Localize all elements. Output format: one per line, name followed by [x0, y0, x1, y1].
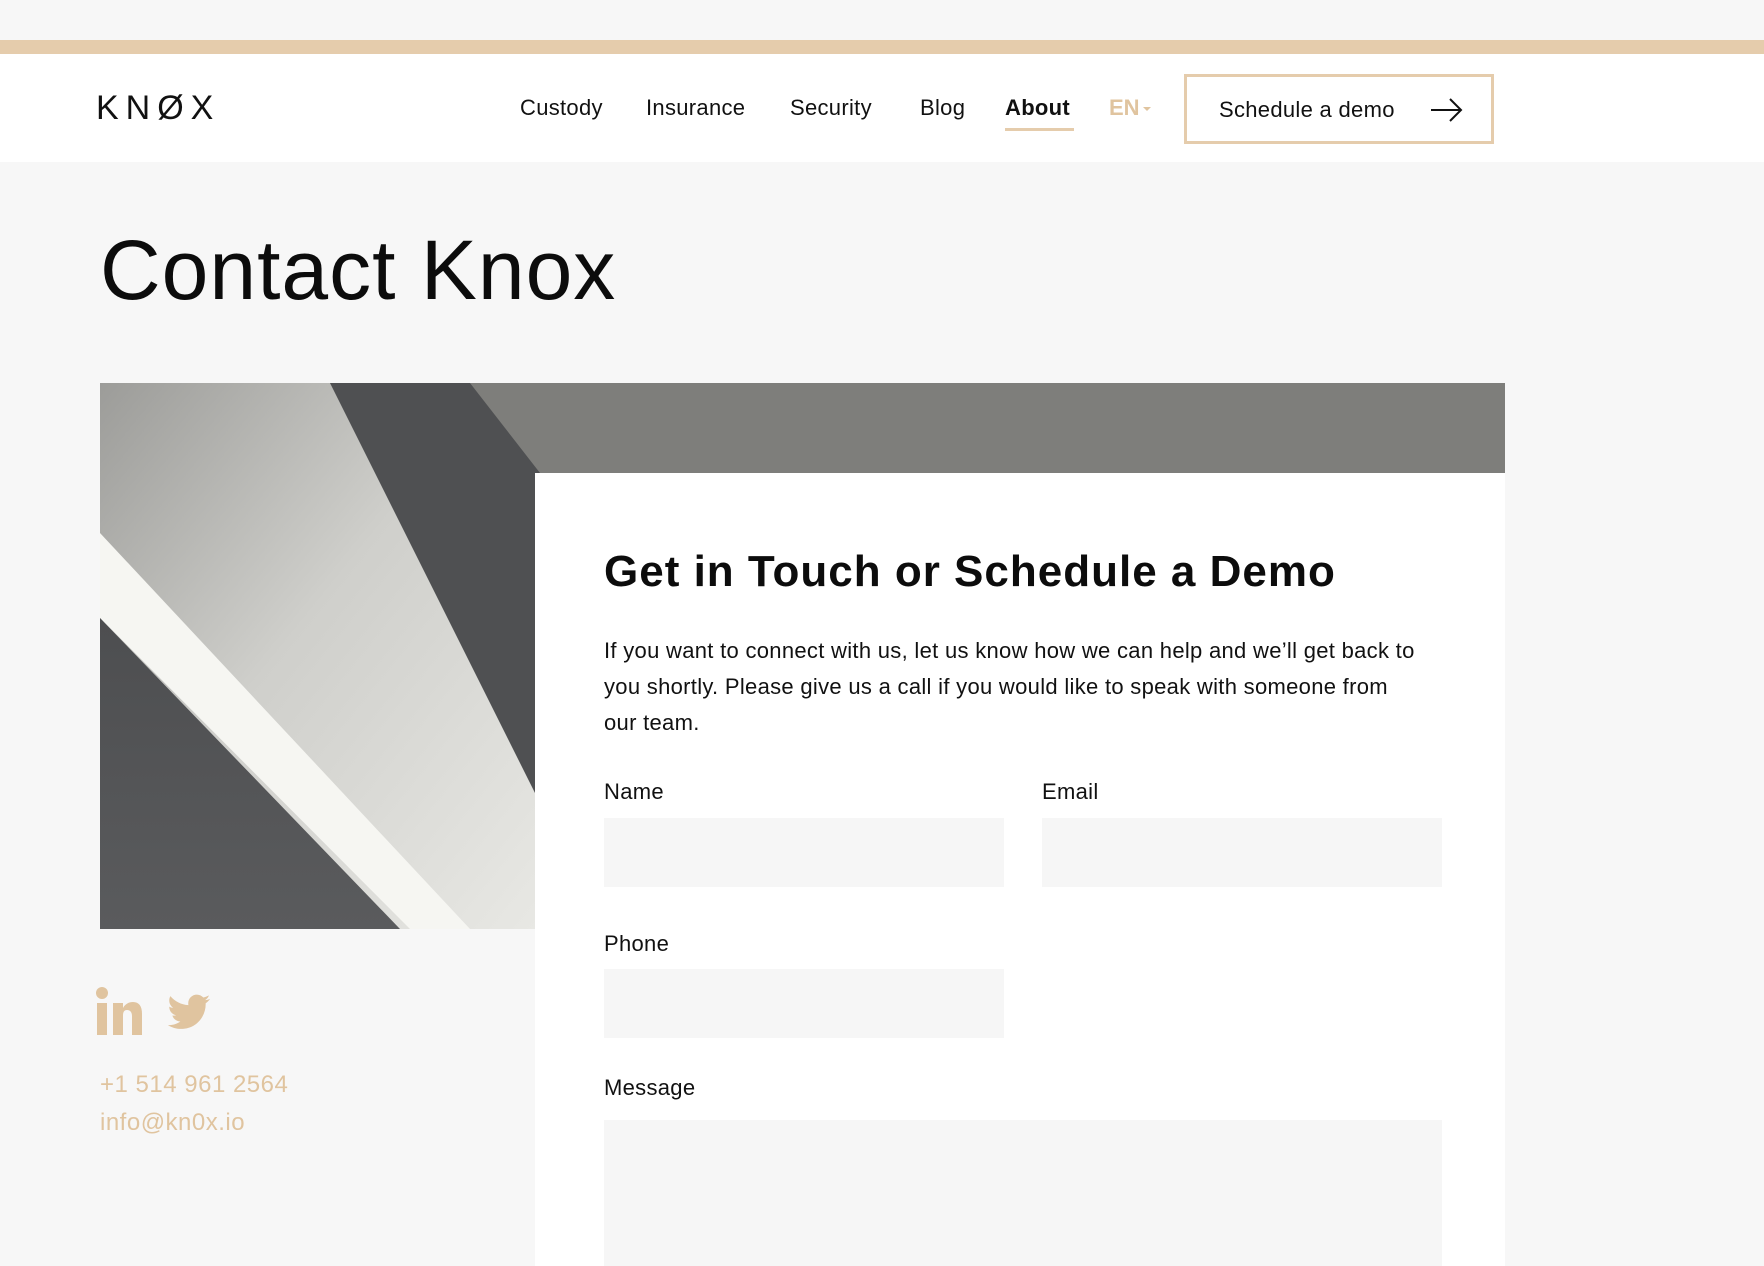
form-title: Get in Touch or Schedule a Demo	[604, 547, 1336, 596]
nav-active-underline	[1005, 128, 1074, 131]
email-input[interactable]	[1042, 818, 1442, 887]
accent-bar	[0, 40, 1764, 54]
twitter-icon	[167, 994, 211, 1029]
linkedin-link[interactable]	[96, 986, 142, 1036]
message-textarea[interactable]	[604, 1120, 1442, 1266]
nav-about[interactable]: About	[1005, 95, 1070, 121]
name-label: Name	[604, 779, 664, 804]
page-title: Contact Knox	[100, 223, 617, 317]
caret-down-icon	[1143, 107, 1151, 111]
knox-logo[interactable]: KNØX	[96, 90, 220, 126]
nav-insurance[interactable]: Insurance	[646, 95, 745, 121]
contact-form-card: Get in Touch or Schedule a Demo If you w…	[535, 473, 1505, 1266]
linkedin-icon	[96, 987, 142, 1035]
email-label: Email	[1042, 779, 1099, 804]
schedule-demo-label: Schedule a demo	[1219, 97, 1395, 122]
contact-phone[interactable]: +1 514 961 2564	[100, 1070, 288, 1100]
schedule-demo-button[interactable]: Schedule a demo	[1184, 74, 1494, 144]
phone-input[interactable]	[604, 969, 1004, 1038]
nav-security[interactable]: Security	[790, 95, 872, 121]
language-selector[interactable]: EN	[1109, 95, 1140, 121]
phone-label: Phone	[604, 931, 670, 956]
contact-email[interactable]: info@kn0x.io	[100, 1108, 245, 1138]
message-label: Message	[604, 1075, 696, 1100]
nav-blog[interactable]: Blog	[920, 95, 965, 121]
site-header: KNØX Custody Insurance Security Blog Abo…	[0, 54, 1764, 162]
twitter-link[interactable]	[166, 986, 212, 1036]
browser-top-strip	[0, 0, 1764, 40]
nav-custody[interactable]: Custody	[520, 95, 603, 121]
arrow-right-icon	[1431, 98, 1463, 122]
name-input[interactable]	[604, 818, 1004, 887]
form-intro-text: If you want to connect with us, let us k…	[604, 638, 1415, 735]
